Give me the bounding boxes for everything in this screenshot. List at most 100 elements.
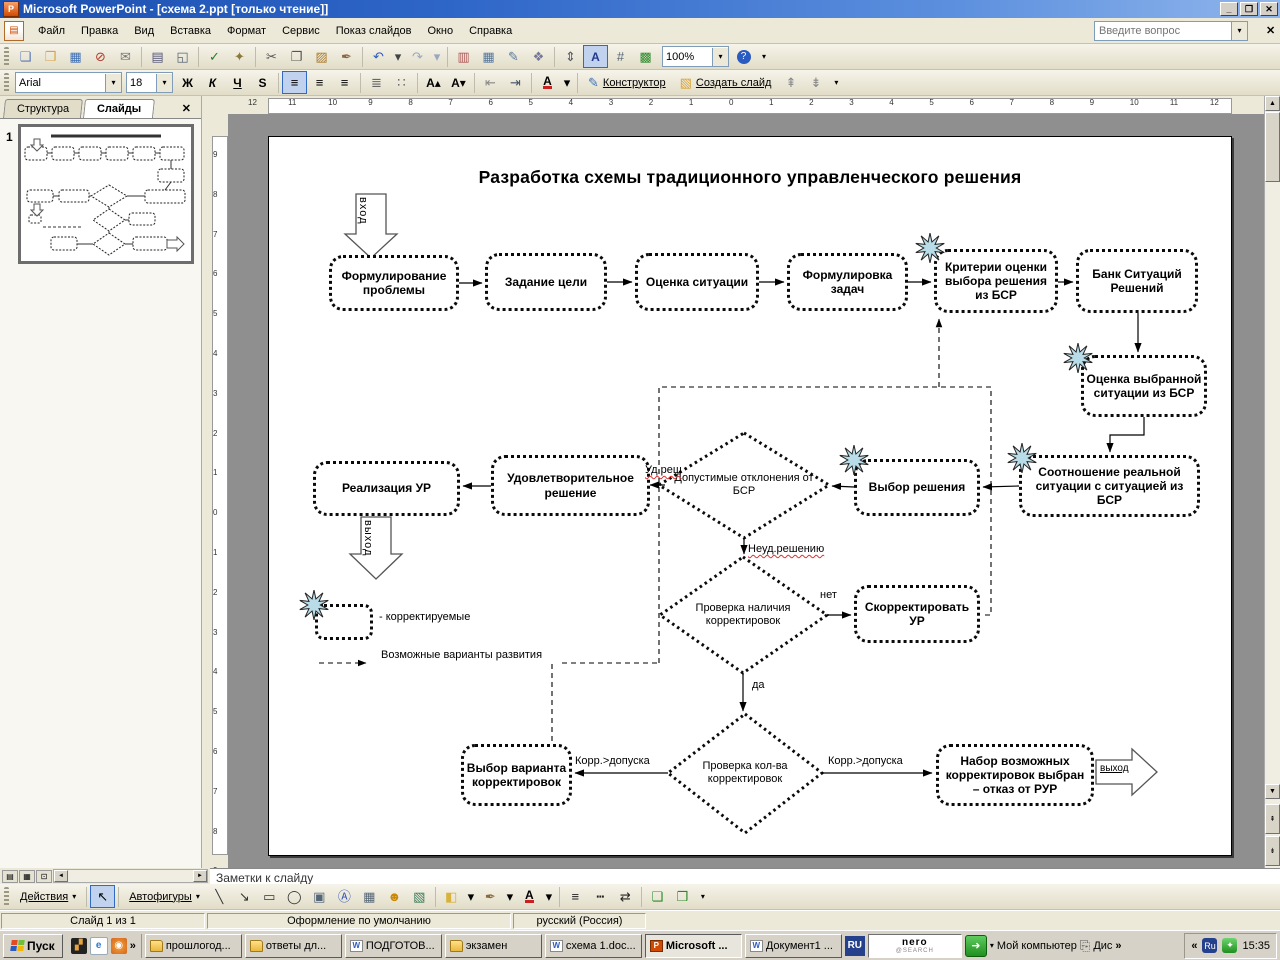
internet-explorer-icon[interactable]: e — [89, 936, 108, 955]
actions-menu-button[interactable]: Действия ▾ — [13, 885, 83, 908]
taskbar-task-3[interactable]: экзамен — [444, 933, 542, 958]
dash-style-button[interactable]: ┅ — [588, 885, 613, 908]
menu-item-3[interactable]: Вставка — [162, 21, 219, 41]
scrollbar-thumb[interactable] — [1265, 112, 1280, 182]
toolbar-options-icon[interactable]: ▾ — [697, 886, 709, 907]
help-button[interactable]: ? — [731, 45, 756, 68]
diagram-title[interactable]: Разработка схемы традиционного управленч… — [269, 167, 1231, 188]
diamond-allowable-deviations-label[interactable]: Допустимые отклонения от БСР — [665, 455, 823, 515]
slide-thumbnail[interactable] — [18, 124, 194, 264]
normal-view-icon[interactable]: ▤ — [2, 869, 18, 883]
disk-toolbar[interactable]: Дис — [1093, 940, 1112, 952]
toolbar-grip[interactable] — [4, 46, 9, 67]
taskbar-task-5[interactable]: P Microsoft ... — [644, 933, 742, 958]
align-center-button[interactable]: ≡ — [307, 71, 332, 94]
menu-item-5[interactable]: Сервис — [274, 21, 328, 41]
oval-button[interactable]: ◯ — [282, 885, 307, 908]
bullets-button[interactable]: ∷ — [389, 71, 414, 94]
font-size-dropdown-icon[interactable]: ▾ — [156, 73, 172, 92]
node-choose-solution[interactable]: Выбор решения — [854, 459, 980, 516]
line-color-button[interactable]: ✒ — [478, 885, 503, 908]
node-implementation[interactable]: Реализация УР — [313, 461, 460, 516]
open-button[interactable]: ❒ — [38, 45, 63, 68]
language-bar[interactable]: RU — [844, 935, 865, 956]
print-button[interactable]: ▤ — [145, 45, 170, 68]
line-color-options-button[interactable]: ▾ — [503, 885, 517, 908]
taskbar-task-6[interactable]: W Документ1 ... — [744, 933, 842, 958]
bold-button[interactable]: Ж — [175, 71, 200, 94]
taskbar-task-1[interactable]: ответы дл... — [244, 933, 342, 958]
quick-launch-app-icon[interactable]: ▞ — [70, 937, 87, 954]
format-painter-button[interactable]: ✒ — [334, 45, 359, 68]
zoom-dropdown-icon[interactable]: ▾ — [712, 47, 728, 66]
tab-slides[interactable]: Слайды — [83, 99, 156, 118]
start-button[interactable]: Пуск — [3, 933, 63, 958]
clip-art-button[interactable]: ☻ — [382, 885, 407, 908]
line-style-button[interactable]: ≡ — [563, 885, 588, 908]
toolbar-ch evron-icon[interactable]: » — [1115, 940, 1121, 952]
shadow-style-button[interactable]: ❏ — [645, 885, 670, 908]
slide-sorter-view-icon[interactable]: ▦ — [19, 869, 35, 883]
menu-item-1[interactable]: Правка — [73, 21, 126, 41]
research-button[interactable]: ✦ — [227, 45, 252, 68]
insert-object-button[interactable]: ❖ — [526, 45, 551, 68]
label-yes[interactable]: да — [752, 679, 765, 691]
node-choose-correction-variant[interactable]: Выбор варианта корректировок — [461, 744, 572, 806]
close-button[interactable]: ✕ — [1260, 2, 1278, 16]
font-dropdown-icon[interactable]: ▾ — [105, 73, 121, 92]
rectangle-button[interactable]: ▭ — [257, 885, 282, 908]
copy-button[interactable]: ❐ — [284, 45, 309, 68]
font-color-draw-options-button[interactable]: ▾ — [542, 885, 556, 908]
permission-button[interactable]: ⊘ — [88, 45, 113, 68]
taskbar-task-2[interactable]: W ПОДГОТОВ... — [344, 933, 442, 958]
node-formulate-problem[interactable]: Формулирование проблемы — [329, 255, 459, 311]
font-size-input[interactable] — [127, 73, 156, 92]
decrease-indent-button[interactable]: ⇤ — [478, 71, 503, 94]
node-adjust[interactable]: Скорректировать УР — [854, 585, 980, 643]
line-button[interactable]: ╲ — [207, 885, 232, 908]
label-no[interactable]: нет — [820, 589, 837, 601]
tray-chevron-icon[interactable]: « — [1191, 940, 1197, 952]
node-criteria[interactable]: Критерии оценки выбора решения из БСР — [934, 249, 1058, 313]
mail-button[interactable]: ✉ — [113, 45, 138, 68]
taskbar-task-0[interactable]: прошлогод... — [144, 933, 242, 958]
menu-item-8[interactable]: Справка — [461, 21, 520, 41]
design-button[interactable]: ✎ Конструктор — [581, 71, 673, 94]
line-spacing-decrease-button[interactable]: ⇟ — [803, 71, 828, 94]
menu-item-2[interactable]: Вид — [126, 21, 162, 41]
slideshow-view-icon[interactable]: ⊡ — [36, 869, 52, 883]
draw-table-button[interactable]: ✎ — [501, 45, 526, 68]
toolbar-options-icon[interactable]: ▾ — [758, 46, 770, 67]
taskbar-task-4[interactable]: Wсхема 1.doc... — [544, 933, 642, 958]
insert-picture-button[interactable]: ▧ — [407, 885, 432, 908]
horizontal-ruler[interactable]: 12 11 10 9 8 7 6 5 4 3 2 1 0 1 2 3 4 5 6 7 8 9 10 11 12 — [210, 96, 1264, 115]
status-language[interactable]: русский (Россия) — [513, 913, 646, 929]
scroll-down-icon[interactable]: ▼ — [1265, 784, 1280, 799]
new-document-button[interactable]: ❏ — [13, 45, 38, 68]
label-corr-right[interactable]: Корр.>допуска — [828, 755, 903, 767]
diamond-check-quantity-label[interactable]: Проверка кол-ва корректировок — [675, 737, 815, 809]
vertical-ruler[interactable]: 9876543210123456789 — [210, 114, 229, 875]
insert-diagram-button[interactable]: ▦ — [357, 885, 382, 908]
insert-table-button[interactable]: ▦ — [476, 45, 501, 68]
menu-item-0[interactable]: Файл — [30, 21, 73, 41]
node-satisfactory[interactable]: Удовлетворительное решение — [491, 455, 650, 516]
toolbar-grip[interactable] — [4, 886, 9, 907]
node-correlation[interactable]: Соотношение реальной ситуации с ситуацие… — [1019, 455, 1200, 517]
scroll-right-icon[interactable]: ► — [193, 870, 207, 882]
slide-canvas[interactable]: Разработка схемы традиционного управленч… — [268, 136, 1232, 856]
text-box-button[interactable]: ▣ — [307, 885, 332, 908]
arrow-style-button[interactable]: ⇄ — [613, 885, 638, 908]
label-legend-correctable[interactable]: - корректируемые — [379, 611, 470, 623]
node-bank[interactable]: Банк Ситуаций Решений — [1076, 249, 1198, 313]
restore-button[interactable]: ❐ — [1240, 2, 1258, 16]
tray-app-icon[interactable]: ✦ — [1222, 938, 1238, 953]
scroll-left-icon[interactable]: ◄ — [54, 870, 68, 882]
increase-indent-button[interactable]: ⇥ — [503, 71, 528, 94]
save-button[interactable]: ▦ — [63, 45, 88, 68]
font-name-input[interactable] — [16, 73, 105, 92]
insert-chart-button[interactable]: ▥ — [451, 45, 476, 68]
status-design-info[interactable]: Оформление по умолчанию — [207, 913, 511, 929]
entry-arrow-label[interactable]: вход — [357, 197, 369, 225]
text-shadow-button[interactable]: S — [250, 71, 275, 94]
